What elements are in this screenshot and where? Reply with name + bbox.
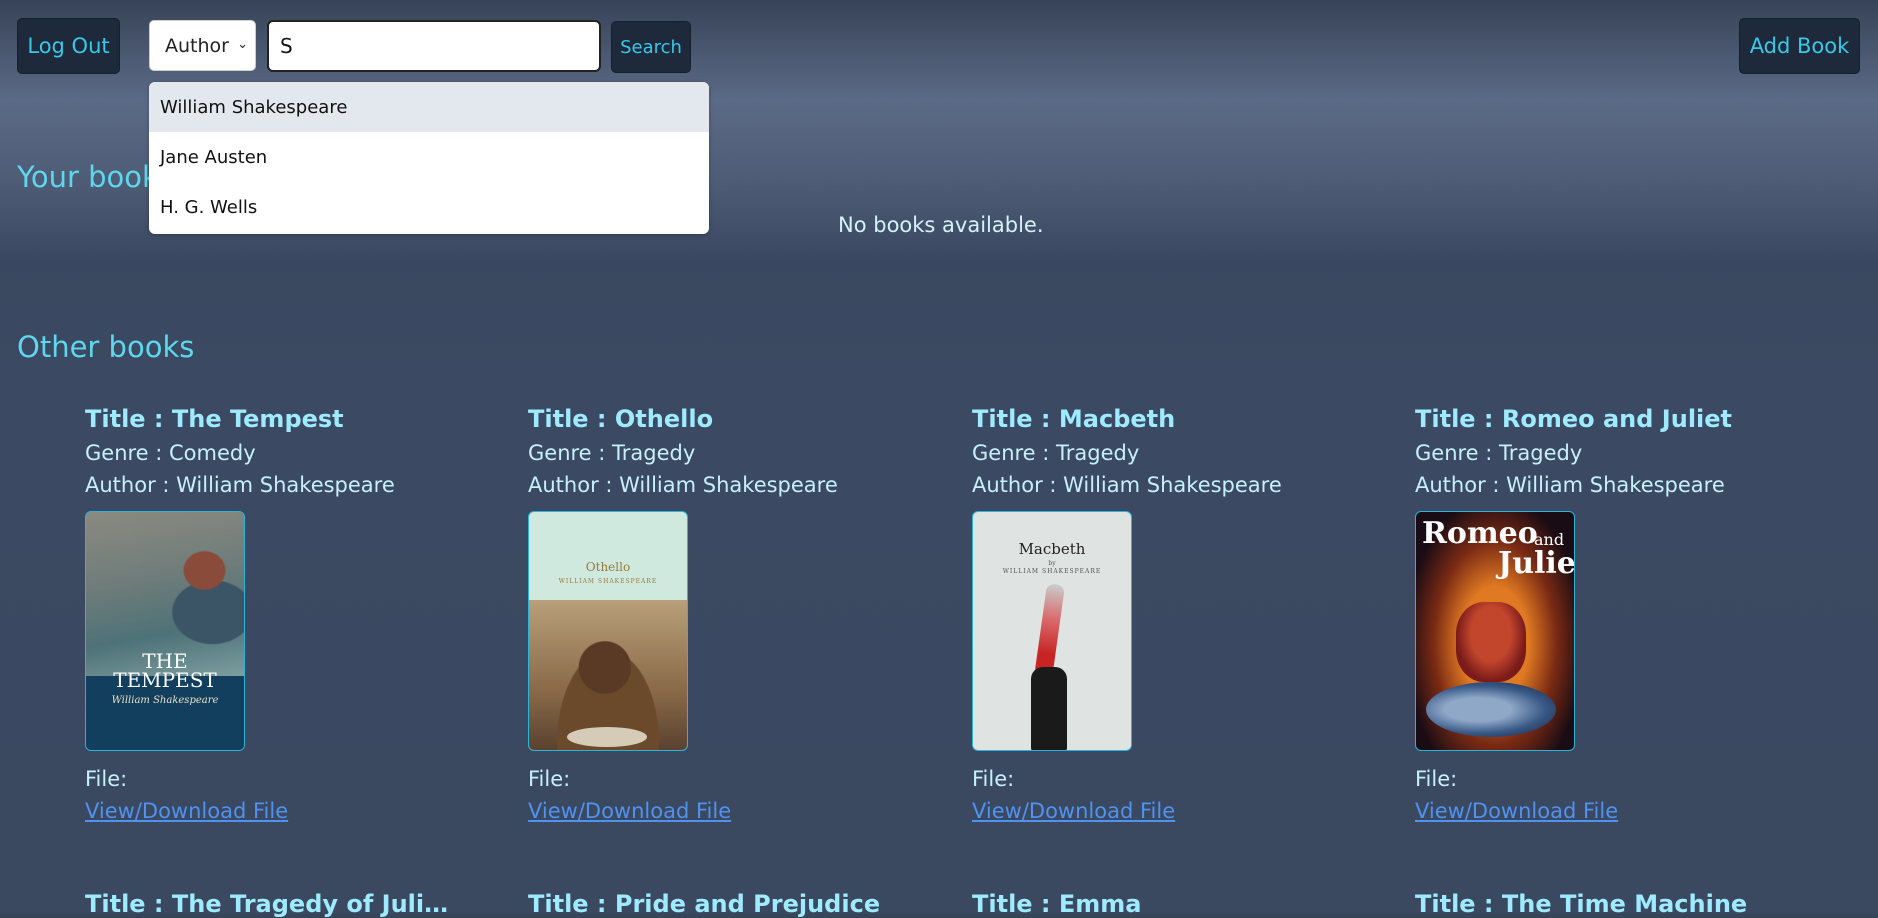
view-download-link[interactable]: View/Download File (1415, 799, 1618, 823)
view-download-link[interactable]: View/Download File (972, 799, 1175, 823)
search-button[interactable]: Search (611, 21, 691, 73)
book-author: Author : William Shakespeare (528, 473, 838, 497)
book-author: Author : William Shakespeare (1415, 473, 1725, 497)
cover-author-text: WILLIAM SHAKESPEARE (1002, 568, 1102, 575)
book-card: Title : The Tempest Genre : Comedy Autho… (85, 405, 505, 823)
book-genre: Genre : Tragedy (528, 441, 696, 465)
cover-text: THE TEMPEST (113, 649, 217, 692)
file-label: File: (972, 767, 1015, 791)
book-cover-image: THE TEMPEST William Shakespeare (85, 511, 245, 751)
cover-juliet-text: Juliet (1498, 546, 1575, 581)
search-input-value: S (280, 34, 293, 58)
file-label: File: (85, 767, 128, 791)
cover-text: Macbeth (1018, 540, 1086, 558)
autocomplete-item[interactable]: William Shakespeare (149, 82, 709, 132)
file-label: File: (528, 767, 571, 791)
add-book-button[interactable]: Add Book (1739, 18, 1860, 74)
empty-state-text: No books available. (838, 213, 1044, 237)
log-out-button[interactable]: Log Out (17, 18, 120, 74)
cover-text: Othello (585, 560, 631, 574)
book-author: Author : William Shakespeare (85, 473, 395, 497)
book-genre: Genre : Comedy (85, 441, 256, 465)
cover-author-text: William Shakespeare (111, 695, 219, 706)
search-input[interactable]: S (267, 20, 601, 72)
view-download-link[interactable]: View/Download File (528, 799, 731, 823)
cover-author-text: WILLIAM SHAKESPEARE (558, 578, 658, 585)
book-title: Title : Othello (528, 405, 714, 433)
book-title: Title : Romeo and Juliet (1415, 405, 1733, 433)
file-label: File: (1415, 767, 1458, 791)
book-author: Author : William Shakespeare (972, 473, 1282, 497)
filter-value: Author (165, 34, 229, 57)
book-card: Title : Macbeth Genre : Tragedy Author :… (972, 405, 1392, 823)
book-title: Title : The Tempest (85, 405, 344, 433)
view-download-link[interactable]: View/Download File (85, 799, 288, 823)
book-card: Title : Othello Genre : Tragedy Author :… (528, 405, 948, 823)
book-cover-image: Othello WILLIAM SHAKESPEARE (528, 511, 688, 751)
autocomplete-item[interactable]: H. G. Wells (149, 182, 709, 232)
autocomplete-item[interactable]: Jane Austen (149, 132, 709, 182)
book-title: Title : Macbeth (972, 405, 1176, 433)
search-filter-select[interactable]: Author ⌄ (149, 20, 256, 71)
book-genre: Genre : Tragedy (972, 441, 1140, 465)
book-cover-image: Macbeth by WILLIAM SHAKESPEARE (972, 511, 1132, 751)
book-cover-image: Romeo and Juliet (1415, 511, 1575, 751)
autocomplete-dropdown: William Shakespeare Jane Austen H. G. We… (149, 82, 709, 234)
chevron-down-icon: ⌄ (237, 37, 248, 52)
book-card: Title : Romeo and Juliet Genre : Tragedy… (1415, 405, 1835, 823)
other-books-heading: Other books (17, 330, 195, 364)
cover-by-text: by (1048, 560, 1056, 567)
book-genre: Genre : Tragedy (1415, 441, 1583, 465)
